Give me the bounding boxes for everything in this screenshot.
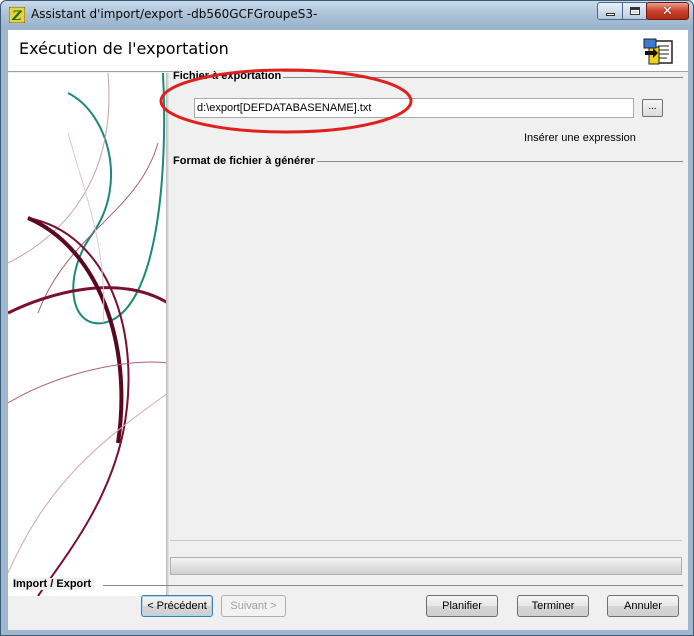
wizard-window: Z Assistant d'import/export -db560GCFGro… — [0, 0, 694, 636]
finish-button[interactable]: Terminer — [517, 595, 589, 617]
export-path-input[interactable]: d:\export[DEFDATABASENAME].txt — [194, 98, 634, 118]
horizontal-scrollbar[interactable] — [170, 557, 682, 575]
app-wizard-icon: Z — [9, 7, 25, 23]
export-document-icon — [643, 38, 673, 65]
side-separator — [166, 73, 169, 596]
maximize-button[interactable] — [622, 2, 647, 20]
footer-group-label: Import / Export — [13, 578, 95, 590]
side-curves-graphic — [8, 73, 168, 596]
insert-expression-link[interactable]: Insérer une expression — [524, 132, 636, 144]
format-group-label: Format de fichier à générer — [173, 155, 317, 167]
page-title: Exécution de l'exportation — [19, 39, 229, 58]
next-button[interactable]: Suivant > — [221, 595, 286, 617]
previous-button[interactable]: < Précédent — [141, 595, 213, 617]
side-decoration — [8, 73, 168, 596]
schedule-button[interactable]: Planifier — [426, 595, 498, 617]
title-bar[interactable]: Z Assistant d'import/export -db560GCFGro… — [1, 1, 693, 29]
browse-button[interactable]: ... — [642, 99, 663, 117]
export-file-group-label: Fichier à exportation — [173, 70, 284, 82]
status-strip — [170, 540, 682, 556]
minimize-button[interactable] — [597, 2, 623, 20]
format-options-area — [170, 170, 682, 540]
svg-text:Z: Z — [11, 9, 22, 23]
wizard-header: Exécution de l'exportation — [8, 30, 688, 72]
maximize-icon — [629, 7, 640, 15]
cancel-button[interactable]: Annuler — [607, 595, 679, 617]
window-title: Assistant d'import/export -db560GCFGroup… — [31, 7, 318, 21]
footer-group-line — [103, 585, 683, 586]
wizard-client-area: Exécution de l'exportation Fichier à exp… — [8, 30, 688, 630]
minimize-icon — [605, 12, 615, 16]
close-icon: ✕ — [662, 3, 673, 19]
close-button[interactable]: ✕ — [646, 2, 689, 20]
